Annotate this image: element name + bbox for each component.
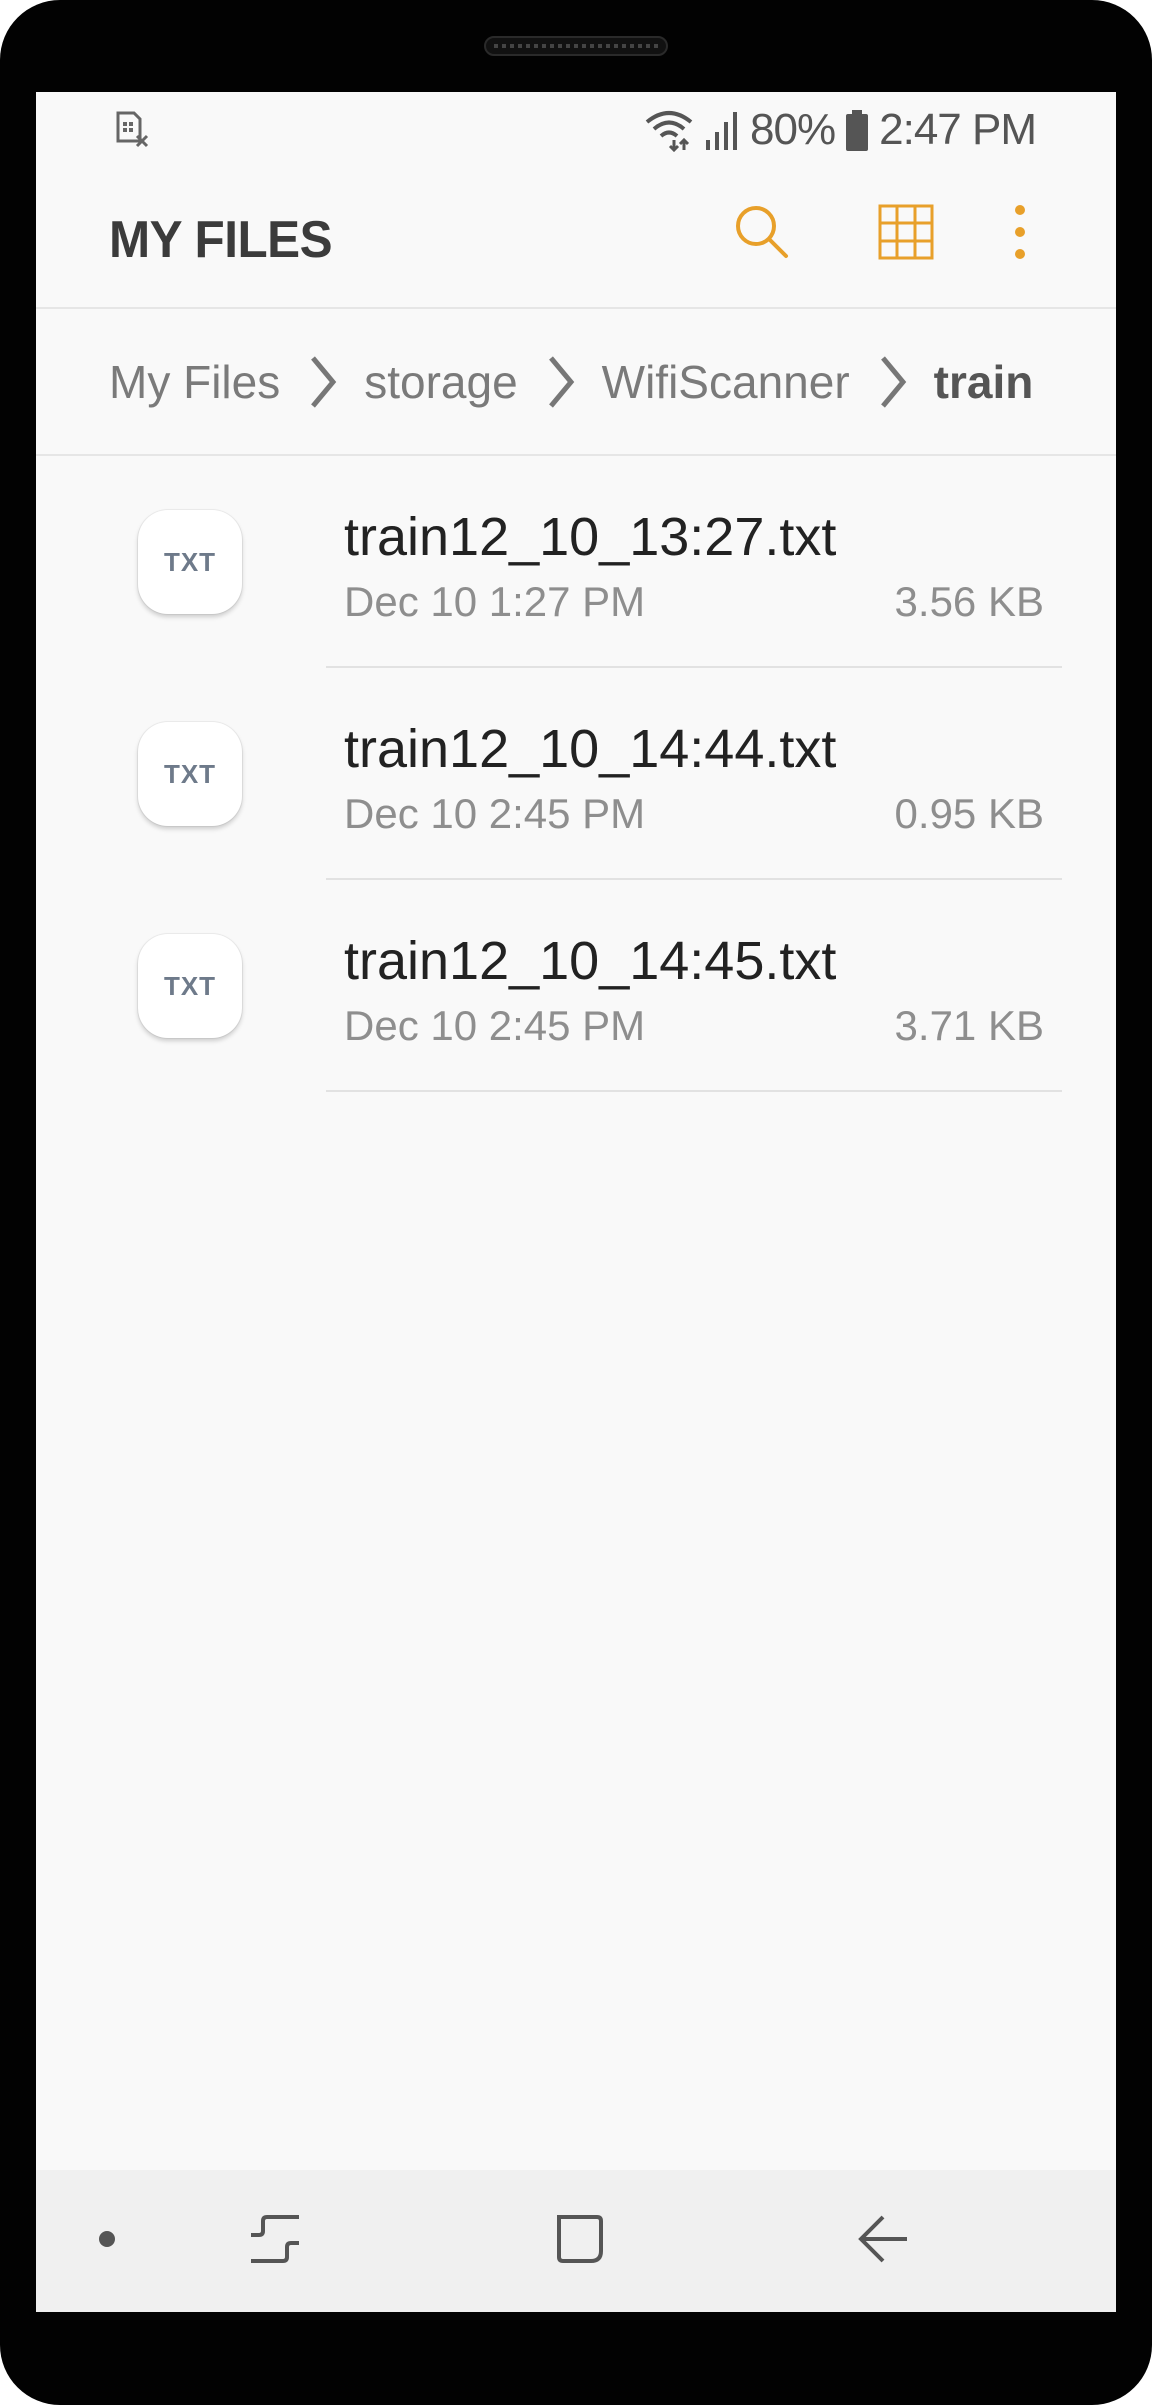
file-name: train12_10_14:45.txt	[344, 931, 837, 991]
navigation-bar	[36, 2170, 1116, 2312]
wifi-icon	[644, 108, 694, 152]
status-right: 80% 2:47 PM	[644, 102, 1037, 158]
sim-card-off-icon	[112, 110, 152, 155]
battery-icon	[845, 108, 869, 152]
file-list: TXT train12_10_13:27.txt Dec 10 1:27 PM …	[36, 456, 1116, 1092]
battery-percent: 80%	[750, 105, 836, 154]
search-icon	[732, 202, 792, 267]
chevron-right-icon	[872, 352, 912, 412]
breadcrumb-storage[interactable]: storage	[364, 355, 517, 409]
recents-icon	[247, 2211, 303, 2272]
dot-icon	[97, 2229, 117, 2254]
page-title: MY FILES	[109, 211, 333, 269]
home-icon	[551, 2211, 607, 2272]
screen: 80% 2:47 PM MY FILES My Files storage Wi…	[36, 92, 1116, 2312]
chevron-right-icon	[540, 352, 580, 412]
breadcrumb-wifiscanner[interactable]: WifiScanner	[602, 355, 850, 409]
txt-file-icon: TXT	[138, 510, 242, 614]
back-icon	[855, 2211, 911, 2272]
breadcrumb-my-files[interactable]: My Files	[109, 355, 280, 409]
file-name: train12_10_13:27.txt	[344, 507, 837, 567]
back-button[interactable]	[848, 2206, 918, 2276]
app-bar: MY FILES	[36, 166, 1116, 308]
clock: 2:47 PM	[879, 105, 1037, 154]
file-name: train12_10_14:44.txt	[344, 719, 837, 779]
file-size: 3.56 KB	[894, 578, 1044, 625]
breadcrumb-train[interactable]: train	[934, 355, 1034, 409]
file-size: 0.95 KB	[894, 790, 1044, 837]
row-divider	[326, 1090, 1062, 1092]
phone-frame: 80% 2:47 PM MY FILES My Files storage Wi…	[0, 0, 1152, 2405]
more-options-icon	[1010, 204, 1030, 265]
nav-dot-button[interactable]	[72, 2206, 142, 2276]
grid-view-icon	[878, 204, 934, 265]
txt-file-icon: TXT	[138, 934, 242, 1038]
breadcrumb: My Files storage WifiScanner train	[36, 310, 1116, 454]
list-item[interactable]: TXT train12_10_14:45.txt Dec 10 2:45 PM …	[36, 880, 1116, 1092]
search-button[interactable]	[722, 194, 802, 274]
home-button[interactable]	[544, 2206, 614, 2276]
earpiece-speaker	[484, 36, 668, 56]
list-item[interactable]: TXT train12_10_14:44.txt Dec 10 2:45 PM …	[36, 668, 1116, 880]
file-size: 3.71 KB	[894, 1002, 1044, 1049]
signal-icon	[704, 108, 740, 152]
status-bar: 80% 2:47 PM	[36, 92, 1116, 166]
more-options-button[interactable]	[980, 194, 1060, 274]
recents-button[interactable]	[240, 2206, 310, 2276]
file-date: Dec 10 2:45 PM	[344, 1002, 646, 1049]
list-item[interactable]: TXT train12_10_13:27.txt Dec 10 1:27 PM …	[36, 456, 1116, 668]
app-bar-divider	[36, 307, 1116, 309]
file-date: Dec 10 2:45 PM	[344, 790, 646, 837]
txt-file-icon: TXT	[138, 722, 242, 826]
chevron-right-icon	[302, 352, 342, 412]
grid-view-button[interactable]	[866, 194, 946, 274]
file-date: Dec 10 1:27 PM	[344, 578, 646, 625]
